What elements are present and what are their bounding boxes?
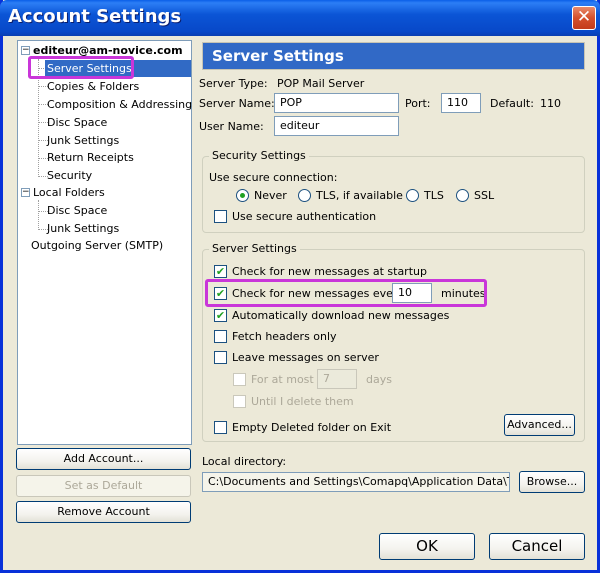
highlight-annotation xyxy=(205,279,487,307)
browse-button[interactable]: Browse... xyxy=(519,471,585,493)
tree-item-outgoing-server[interactable]: Outgoing Server (SMTP) xyxy=(31,237,163,254)
check-startup-label[interactable]: Check for new messages at startup xyxy=(232,265,427,278)
radio-tls-label[interactable]: TLS xyxy=(424,189,444,202)
user-name-input[interactable]: editeur xyxy=(274,116,399,136)
radio-tls-if-available-label[interactable]: TLS, if available xyxy=(316,189,403,202)
tree-account-local-folders[interactable]: Local Folders xyxy=(33,184,105,201)
add-account-button[interactable]: Add Account... xyxy=(16,448,191,470)
advanced-button[interactable]: Advanced... xyxy=(504,414,575,436)
tree-item-junk-settings[interactable]: Junk Settings xyxy=(47,132,119,149)
until-delete-checkbox[interactable] xyxy=(233,395,246,408)
tree-item-composition-addressing[interactable]: Composition & Addressing xyxy=(47,96,192,113)
close-button[interactable]: ✕ xyxy=(572,6,596,30)
tree-line xyxy=(38,200,39,230)
empty-deleted-checkbox[interactable] xyxy=(214,421,227,434)
radio-ssl[interactable] xyxy=(456,189,469,202)
title-bar[interactable]: Account Settings ✕ xyxy=(0,0,600,36)
panel-header: Server Settings xyxy=(202,42,585,70)
window-title: Account Settings xyxy=(8,6,182,27)
check-startup-checkbox[interactable]: ✔ xyxy=(214,265,227,278)
collapse-icon[interactable]: − xyxy=(21,188,30,197)
leave-on-server-label[interactable]: Leave messages on server xyxy=(232,351,379,364)
radio-selected-dot xyxy=(240,193,245,198)
server-name-label: Server Name: xyxy=(199,97,275,110)
tree-item-disc-space[interactable]: Disc Space xyxy=(47,114,107,131)
tree-item-copies-folders[interactable]: Copies & Folders xyxy=(47,78,139,95)
default-port-label: Default: xyxy=(490,97,534,110)
secure-auth-label[interactable]: Use secure authentication xyxy=(232,210,376,223)
radio-tls-if-available[interactable] xyxy=(298,189,311,202)
collapse-icon[interactable]: − xyxy=(21,46,30,55)
server-settings-title: Server Settings xyxy=(209,242,300,255)
close-icon: ✕ xyxy=(576,7,592,27)
port-input[interactable]: 110 xyxy=(441,93,481,113)
radio-tls[interactable] xyxy=(406,189,419,202)
tree-item-local-disc-space[interactable]: Disc Space xyxy=(47,202,107,219)
ok-button[interactable]: OK xyxy=(379,533,475,560)
radio-ssl-label[interactable]: SSL xyxy=(474,189,494,202)
set-as-default-button[interactable]: Set as Default xyxy=(16,475,191,497)
account-settings-window: Account Settings ✕ − editeur@am-novice.c… xyxy=(0,0,600,573)
radio-never-label[interactable]: Never xyxy=(254,189,287,202)
days-input[interactable]: 7 xyxy=(317,369,357,389)
account-tree[interactable]: − editeur@am-novice.com Server Settings … xyxy=(17,40,192,445)
auto-download-label[interactable]: Automatically download new messages xyxy=(232,309,449,322)
fetch-headers-checkbox[interactable] xyxy=(214,330,227,343)
radio-never[interactable] xyxy=(236,189,249,202)
server-type-label: Server Type: xyxy=(199,77,268,90)
leave-on-server-checkbox[interactable] xyxy=(214,351,227,364)
for-at-most-label: For at most xyxy=(251,373,314,386)
local-directory-input[interactable]: C:\Documents and Settings\Comapq\Applica… xyxy=(202,472,510,492)
auto-download-checkbox[interactable]: ✔ xyxy=(214,309,227,322)
empty-deleted-label[interactable]: Empty Deleted folder on Exit xyxy=(232,421,391,434)
security-settings-title: Security Settings xyxy=(209,149,309,162)
server-type-value: POP Mail Server xyxy=(277,77,365,90)
days-label: days xyxy=(366,373,392,386)
use-secure-connection-label: Use secure connection: xyxy=(209,171,338,184)
server-name-input[interactable]: POP xyxy=(274,93,399,113)
remove-account-button[interactable]: Remove Account xyxy=(16,501,191,523)
until-delete-label: Until I delete them xyxy=(251,395,354,408)
fetch-headers-label[interactable]: Fetch headers only xyxy=(232,330,337,343)
user-name-label: User Name: xyxy=(199,120,264,133)
highlight-annotation xyxy=(28,56,134,79)
tree-item-security[interactable]: Security xyxy=(47,167,92,184)
default-port-value: 110 xyxy=(540,97,561,110)
secure-auth-checkbox[interactable] xyxy=(214,210,227,223)
port-label: Port: xyxy=(405,97,431,110)
tree-item-return-receipts[interactable]: Return Receipts xyxy=(47,149,134,166)
local-directory-label: Local directory: xyxy=(202,455,287,468)
for-at-most-checkbox[interactable] xyxy=(233,373,246,386)
cancel-button[interactable]: Cancel xyxy=(489,533,585,560)
tree-item-local-junk-settings[interactable]: Junk Settings xyxy=(47,220,119,237)
